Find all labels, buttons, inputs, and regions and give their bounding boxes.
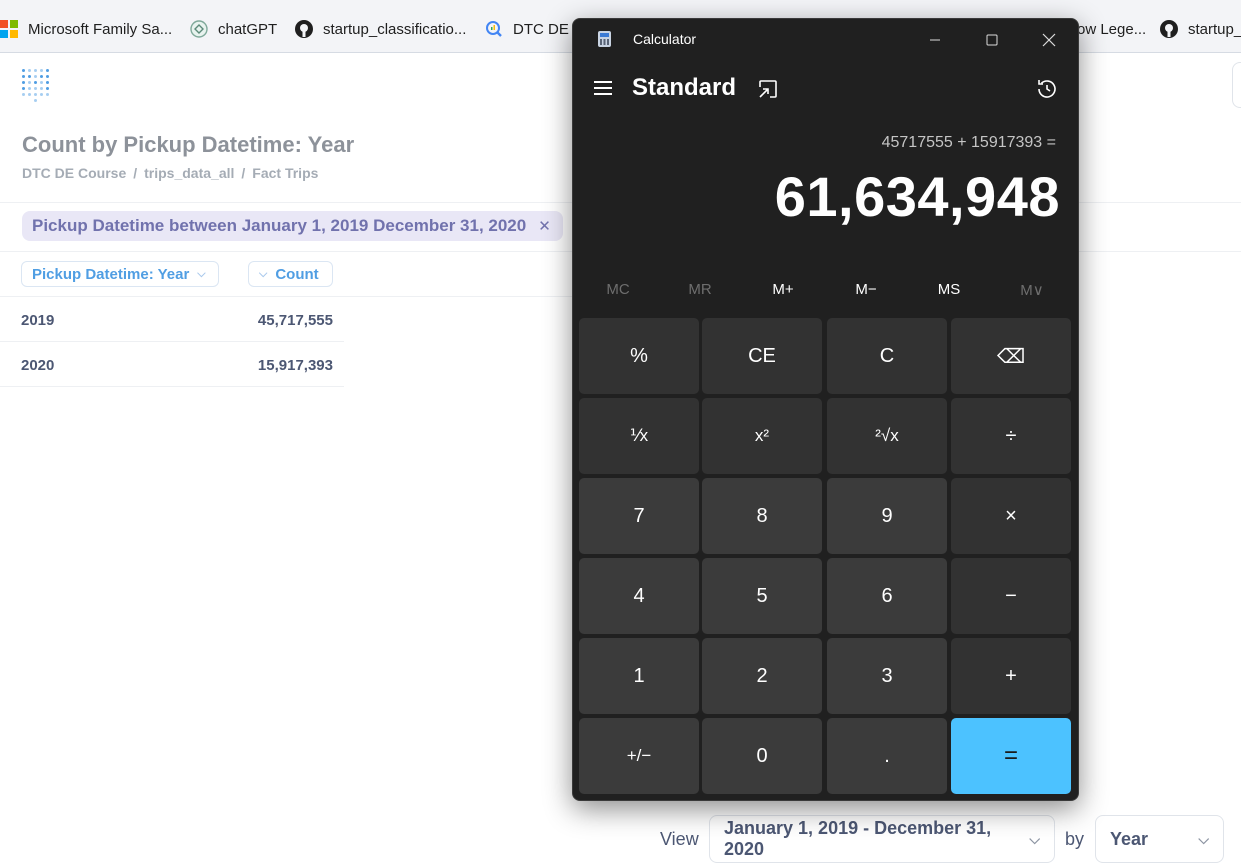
- breadcrumb: DTC DE Course / trips_data_all / Fact Trips: [22, 165, 319, 181]
- close-icon[interactable]: ✕: [538, 217, 551, 235]
- microsoft-icon: [0, 20, 18, 38]
- github-icon: [295, 20, 313, 38]
- metabase-logo[interactable]: [20, 65, 54, 103]
- backspace-button[interactable]: ⌫: [951, 318, 1071, 394]
- calculator-app-icon: [598, 31, 611, 47]
- window-title: Calculator: [633, 31, 697, 47]
- mode-title: Standard: [632, 74, 737, 101]
- column-header-label: Pickup Datetime: Year: [32, 265, 190, 283]
- equals-button[interactable]: =: [951, 718, 1071, 794]
- granularity-select[interactable]: Year ⌵: [1095, 815, 1224, 863]
- clear-entry-button[interactable]: CE: [702, 318, 822, 394]
- chevron-down-icon: ⌵: [197, 267, 206, 280]
- bookmark-label: startup_: [1188, 20, 1241, 38]
- clear-button[interactable]: C: [827, 318, 947, 394]
- memory-recall-button[interactable]: MR: [665, 281, 735, 298]
- bookmark-chatgpt[interactable]: chatGPT: [190, 18, 277, 40]
- digit-8-button[interactable]: 8: [702, 478, 822, 554]
- close-button[interactable]: [1026, 25, 1072, 55]
- filter-pill[interactable]: Pickup Datetime between January 1, 2019 …: [22, 211, 563, 241]
- header-button-partial[interactable]: [1232, 62, 1241, 108]
- memory-list-button[interactable]: M∨: [997, 281, 1067, 299]
- multiply-button[interactable]: ×: [951, 478, 1071, 554]
- minimize-button[interactable]: [912, 25, 958, 55]
- menu-icon[interactable]: [594, 80, 612, 95]
- table-cell-year[interactable]: 2019: [21, 312, 54, 329]
- search-analytics-icon: [485, 20, 503, 38]
- chevron-down-icon: ⌵: [259, 267, 268, 280]
- calculator-titlebar[interactable]: Calculator: [573, 19, 1078, 61]
- digit-7-button[interactable]: 7: [579, 478, 699, 554]
- column-header-label: Count: [275, 265, 319, 283]
- breadcrumb-item[interactable]: DTC DE Course: [22, 165, 126, 181]
- chevron-down-icon: ⌵: [1198, 830, 1209, 847]
- date-range-value: January 1, 2019 - December 31, 2020: [724, 818, 992, 859]
- openai-icon: [190, 20, 208, 38]
- digit-4-button[interactable]: 4: [579, 558, 699, 634]
- bookmark-dtc-de[interactable]: DTC DE C: [485, 18, 584, 40]
- granularity-value: Year: [1110, 828, 1149, 849]
- view-label: View: [660, 829, 699, 849]
- bookmark-label: ow Lege...: [1077, 20, 1147, 38]
- maximize-button[interactable]: [969, 25, 1015, 55]
- percent-button[interactable]: %: [579, 318, 699, 394]
- decimal-button[interactable]: .: [827, 718, 947, 794]
- by-label: by: [1065, 829, 1085, 849]
- digit-0-button[interactable]: 0: [702, 718, 822, 794]
- divider: [0, 296, 572, 297]
- subtract-button[interactable]: −: [951, 558, 1071, 634]
- divide-button[interactable]: ÷: [951, 398, 1071, 474]
- negate-button[interactable]: +/−: [579, 718, 699, 794]
- bookmark-label: startup_classificatio...: [323, 20, 467, 38]
- table-cell-year[interactable]: 2020: [21, 357, 54, 374]
- bookmark-startup[interactable]: startup_: [1160, 18, 1241, 40]
- breadcrumb-item[interactable]: trips_data_all: [144, 165, 234, 181]
- github-icon: [1160, 20, 1178, 38]
- digit-6-button[interactable]: 6: [827, 558, 947, 634]
- key-label: ⅟x: [629, 426, 649, 445]
- row-divider: [0, 341, 344, 342]
- bookmark-startup-classification[interactable]: startup_classificatio...: [295, 18, 466, 40]
- square-root-button[interactable]: ²√x: [827, 398, 947, 474]
- table-cell-count[interactable]: 15,917,393: [213, 357, 333, 374]
- bookmark-label: chatGPT: [218, 20, 278, 38]
- memory-clear-button[interactable]: MC: [583, 281, 653, 298]
- reciprocal-button[interactable]: ⅟x: [579, 398, 699, 474]
- table-cell-count[interactable]: 45,717,555: [213, 312, 333, 329]
- bookmark-label: Microsoft Family Sa...: [28, 20, 173, 38]
- bookmark-ow-lege[interactable]: ow Lege...: [1077, 18, 1146, 40]
- memory-subtract-button[interactable]: M−: [831, 281, 901, 298]
- digit-9-button[interactable]: 9: [827, 478, 947, 554]
- chevron-down-icon: ⌵: [1029, 830, 1040, 847]
- filter-label: Pickup Datetime between January 1, 2019 …: [32, 216, 527, 235]
- column-header-count[interactable]: ⌵ Count: [248, 261, 333, 287]
- question-title: Count by Pickup Datetime: Year: [22, 132, 355, 157]
- add-button[interactable]: +: [951, 638, 1071, 714]
- key-label: x²: [754, 426, 770, 445]
- expression-display: 45717555 + 15917393 =: [881, 134, 1056, 151]
- bookmark-microsoft-family[interactable]: Microsoft Family Sa...: [0, 18, 172, 40]
- row-divider: [0, 386, 344, 387]
- breadcrumb-item[interactable]: Fact Trips: [252, 165, 318, 181]
- history-icon[interactable]: [1035, 77, 1059, 101]
- date-range-select[interactable]: January 1, 2019 - December 31, 2020 ⌵: [709, 815, 1055, 863]
- memory-add-button[interactable]: M+: [748, 281, 818, 298]
- memory-row: MC MR M+ M− MS M∨: [573, 277, 1078, 307]
- square-button[interactable]: x²: [702, 398, 822, 474]
- digit-2-button[interactable]: 2: [702, 638, 822, 714]
- calculator-window: Calculator Standard 45717555 + 15917393 …: [572, 18, 1079, 801]
- keep-on-top-icon[interactable]: [757, 78, 779, 100]
- column-header-year[interactable]: Pickup Datetime: Year ⌵: [21, 261, 219, 287]
- key-label: ²√x: [875, 426, 899, 445]
- key-label: +/−: [626, 746, 652, 765]
- result-display: 61,634,948: [774, 165, 1060, 228]
- digit-5-button[interactable]: 5: [702, 558, 822, 634]
- digit-1-button[interactable]: 1: [579, 638, 699, 714]
- digit-3-button[interactable]: 3: [827, 638, 947, 714]
- memory-store-button[interactable]: MS: [914, 281, 984, 298]
